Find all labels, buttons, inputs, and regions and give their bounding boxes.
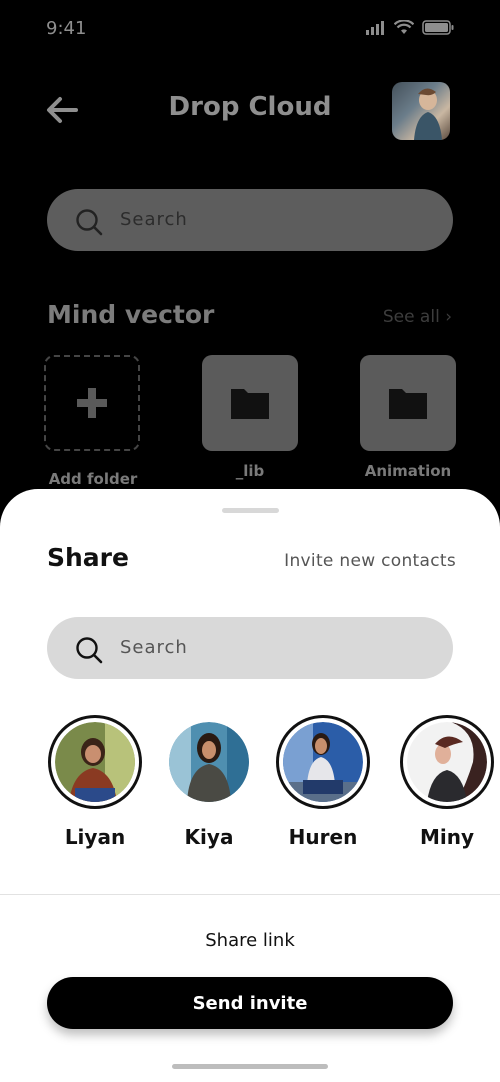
status-bar: 9:41 (0, 0, 500, 60)
send-invite-button[interactable]: Send invite (47, 977, 453, 1029)
contact-name: Kiya (184, 825, 234, 849)
contact-photo (407, 722, 487, 802)
folder-lib[interactable] (202, 355, 298, 451)
folder-label: Animation (364, 462, 452, 480)
home-indicator (172, 1064, 328, 1069)
contact-avatar (48, 715, 142, 809)
contact-item[interactable]: Miny (392, 715, 500, 849)
sheet-grabber[interactable] (222, 508, 279, 513)
folder-animation[interactable] (360, 355, 456, 451)
status-time: 9:41 (46, 18, 87, 39)
search-icon (76, 637, 103, 664)
contact-item[interactable]: Kiya (154, 715, 264, 849)
screen: 9:41 Drop Cloud Search Mind vector See a… (0, 0, 500, 1082)
contact-name: Miny (419, 825, 475, 849)
search-icon (76, 209, 103, 236)
search-placeholder: Search (120, 637, 188, 658)
add-folder-button[interactable] (44, 355, 140, 451)
contact-name: Huren (288, 825, 358, 849)
plus-icon (77, 388, 107, 418)
contact-photo (55, 722, 135, 802)
folder-icon (389, 389, 427, 419)
search-bar[interactable]: Search (47, 189, 453, 251)
share-sheet: Share Invite new contacts Search Liyan K… (0, 489, 500, 1082)
folder-label: Add folder (48, 470, 138, 488)
folder-label: _lib (235, 462, 265, 480)
sheet-title: Share (47, 543, 129, 572)
contact-item[interactable]: Liyan (40, 715, 150, 849)
signal-icon (366, 20, 384, 35)
battery-icon (422, 20, 454, 35)
avatar-photo (414, 88, 442, 140)
divider (0, 894, 500, 895)
contact-avatar (276, 715, 370, 809)
contact-avatar (162, 715, 256, 809)
contact-photo (283, 722, 363, 802)
folder-icon (231, 389, 269, 419)
avatar[interactable] (392, 82, 450, 140)
contact-photo (169, 722, 249, 802)
share-link-button[interactable]: Share link (0, 930, 500, 951)
contact-name: Liyan (64, 825, 126, 849)
status-icons (366, 20, 454, 35)
contact-avatar (400, 715, 494, 809)
see-all-link[interactable]: See all › (383, 307, 452, 327)
contact-search-input[interactable]: Search (47, 617, 453, 679)
contact-item[interactable]: Huren (268, 715, 378, 849)
search-placeholder: Search (120, 209, 188, 230)
invite-contacts-link[interactable]: Invite new contacts (284, 551, 456, 571)
section-title: Mind vector (47, 300, 215, 329)
wifi-icon (394, 20, 414, 34)
